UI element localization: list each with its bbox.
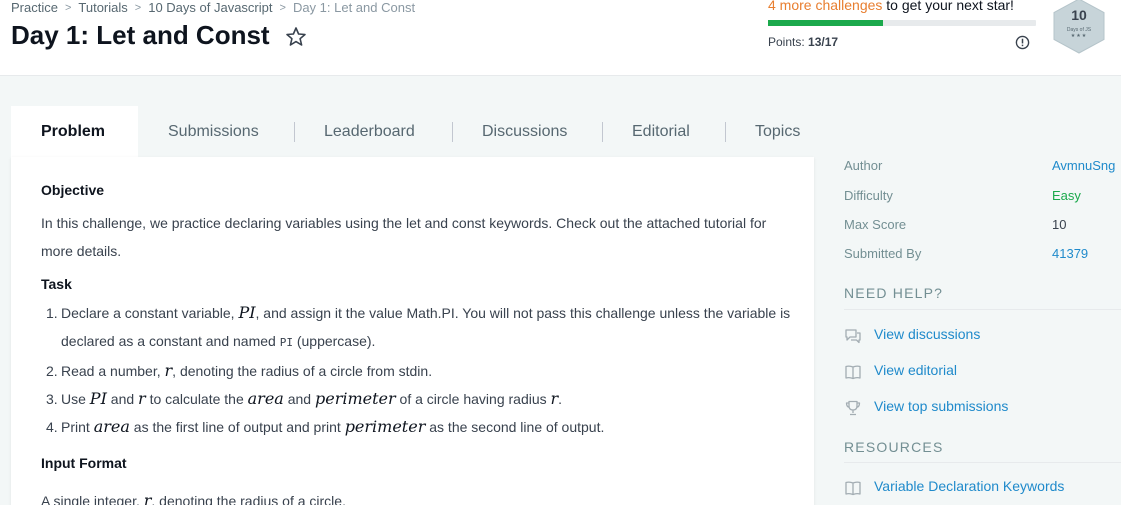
task-text: Use	[61, 391, 90, 407]
link-label[interactable]: View editorial	[874, 362, 957, 378]
task-item: 2. Read a number, r, denoting the radius …	[41, 357, 791, 385]
input-format-heading: Input Format	[41, 455, 127, 471]
book-icon	[845, 481, 861, 496]
math-var: area	[247, 389, 284, 408]
math-var: perimeter	[314, 389, 396, 408]
task-text: of a circle having radius	[395, 391, 551, 407]
meta-submitted-by: Submitted By 41379	[844, 246, 1121, 266]
math-var: area	[93, 417, 130, 436]
chevron-right-icon: >	[64, 1, 72, 14]
task-text: to calculate the	[145, 391, 248, 407]
points-label: Points:	[768, 35, 809, 49]
input-text: A single integer,	[41, 493, 144, 505]
page-header: Practice > Tutorials >10 Days of Javascript…	[0, 0, 1121, 76]
divider	[844, 309, 1121, 310]
meta-author: Author AvmnuSng	[844, 158, 1121, 178]
progress-bar	[768, 20, 1036, 26]
task-text: and	[106, 391, 139, 407]
task-item: 1. Declare a constant variable, PI, and a…	[41, 299, 791, 357]
meta-label: Submitted By	[844, 246, 922, 261]
tab-editorial[interactable]: Editorial	[632, 106, 690, 157]
chevron-right-icon: >	[134, 1, 142, 14]
meta-label: Difficulty	[844, 188, 893, 203]
difficulty-value: Easy	[1052, 188, 1081, 203]
task-text: Read a number,	[61, 363, 165, 379]
badge-number: 10	[1071, 7, 1087, 23]
tab-divider	[452, 122, 453, 142]
tab-submissions[interactable]: Submissions	[168, 106, 259, 157]
info-icon[interactable]	[1015, 35, 1030, 50]
task-text: Declare a constant variable,	[61, 305, 239, 321]
points-display: Points: 13/17	[768, 35, 838, 49]
task-text: as the second line of output.	[425, 419, 605, 435]
divider	[844, 462, 1121, 463]
tab-leaderboard[interactable]: Leaderboard	[324, 106, 415, 157]
inline-code: PI	[279, 336, 293, 349]
math-var: perimeter	[344, 417, 426, 436]
resources-heading: RESOURCES	[844, 439, 944, 455]
tab-divider	[725, 122, 726, 142]
task-text: and	[283, 391, 315, 407]
math-var: PI	[238, 303, 256, 322]
need-help-heading: NEED HELP?	[844, 285, 944, 301]
challenges-remaining[interactable]: 4 more challenges	[768, 0, 882, 13]
task-list: 1. Declare a constant variable, PI, and a…	[41, 299, 791, 441]
task-text: as the first line of output and print	[129, 419, 345, 435]
problem-statement: Objective In this challenge, we practice…	[11, 157, 814, 505]
task-text: Print	[61, 419, 94, 435]
link-label[interactable]: Variable Declaration Keywords	[874, 478, 1064, 494]
star-icon[interactable]	[284, 25, 308, 49]
breadcrumb-current: Day 1: Let and Const	[292, 0, 416, 16]
objective-text: In this challenge, we practice declaring…	[41, 215, 767, 259]
link-label[interactable]: View top submissions	[874, 398, 1008, 414]
task-item: 3. Use PI and r to calculate the area and…	[41, 385, 791, 413]
author-link[interactable]: AvmnuSng	[1052, 158, 1115, 173]
meta-label: Max Score	[844, 217, 907, 232]
meta-max-score: Max Score 10	[844, 217, 1121, 237]
breadcrumb-10-days-js[interactable]: 10 Days of Javascript	[148, 0, 272, 15]
page-title: Day 1: Let and Const	[11, 20, 270, 50]
meta-difficulty: Difficulty Easy	[844, 188, 1121, 208]
task-text: (uppercase).	[292, 333, 376, 349]
breadcrumb: Practice > Tutorials >10 Days of Javascript…	[11, 0, 415, 15]
badge[interactable]: 10 Days of JS ★★★	[1052, 0, 1106, 54]
tab-divider	[294, 122, 295, 142]
task-heading: Task	[41, 276, 72, 292]
task-number: 2.	[46, 363, 58, 379]
math-var: PI	[89, 389, 107, 408]
challenges-progress-text: 4 more challenges to get your next star!	[768, 0, 1014, 13]
input-format-text: A single integer, r, denoting the radius…	[41, 487, 781, 505]
tab-discussions[interactable]: Discussions	[482, 106, 567, 157]
chevron-right-icon: >	[279, 1, 286, 14]
math-var: r	[138, 389, 146, 408]
discussion-icon	[845, 329, 861, 344]
meta-label: Author	[844, 158, 883, 173]
tab-divider	[602, 122, 603, 142]
task-number: 1.	[46, 305, 58, 321]
submitted-by-link[interactable]: 41379	[1052, 246, 1088, 261]
trophy-icon	[845, 400, 861, 416]
progress-bar-fill	[768, 20, 884, 26]
points-value: 13/17	[808, 35, 839, 49]
tab-topics[interactable]: Topics	[755, 106, 800, 157]
objective-heading: Objective	[41, 182, 105, 198]
task-number: 4.	[46, 419, 58, 435]
task-text: , denoting the radius of a circle from s…	[172, 363, 433, 379]
challenges-rest-text: to get your next star!	[882, 0, 1014, 13]
task-text: .	[558, 391, 563, 407]
book-icon	[845, 365, 861, 380]
link-label[interactable]: View discussions	[874, 326, 980, 342]
tab-problem[interactable]: Problem	[11, 106, 138, 157]
badge-stars: ★★★	[1070, 33, 1088, 39]
task-item: 4. Print area as the first line of output…	[41, 413, 791, 441]
breadcrumb-practice[interactable]: Practice	[11, 0, 58, 15]
max-score-value: 10	[1052, 217, 1067, 232]
input-text: , denoting the radius of a circle.	[151, 493, 346, 505]
task-number: 3.	[46, 391, 58, 407]
breadcrumb-tutorials[interactable]: Tutorials	[78, 0, 127, 15]
